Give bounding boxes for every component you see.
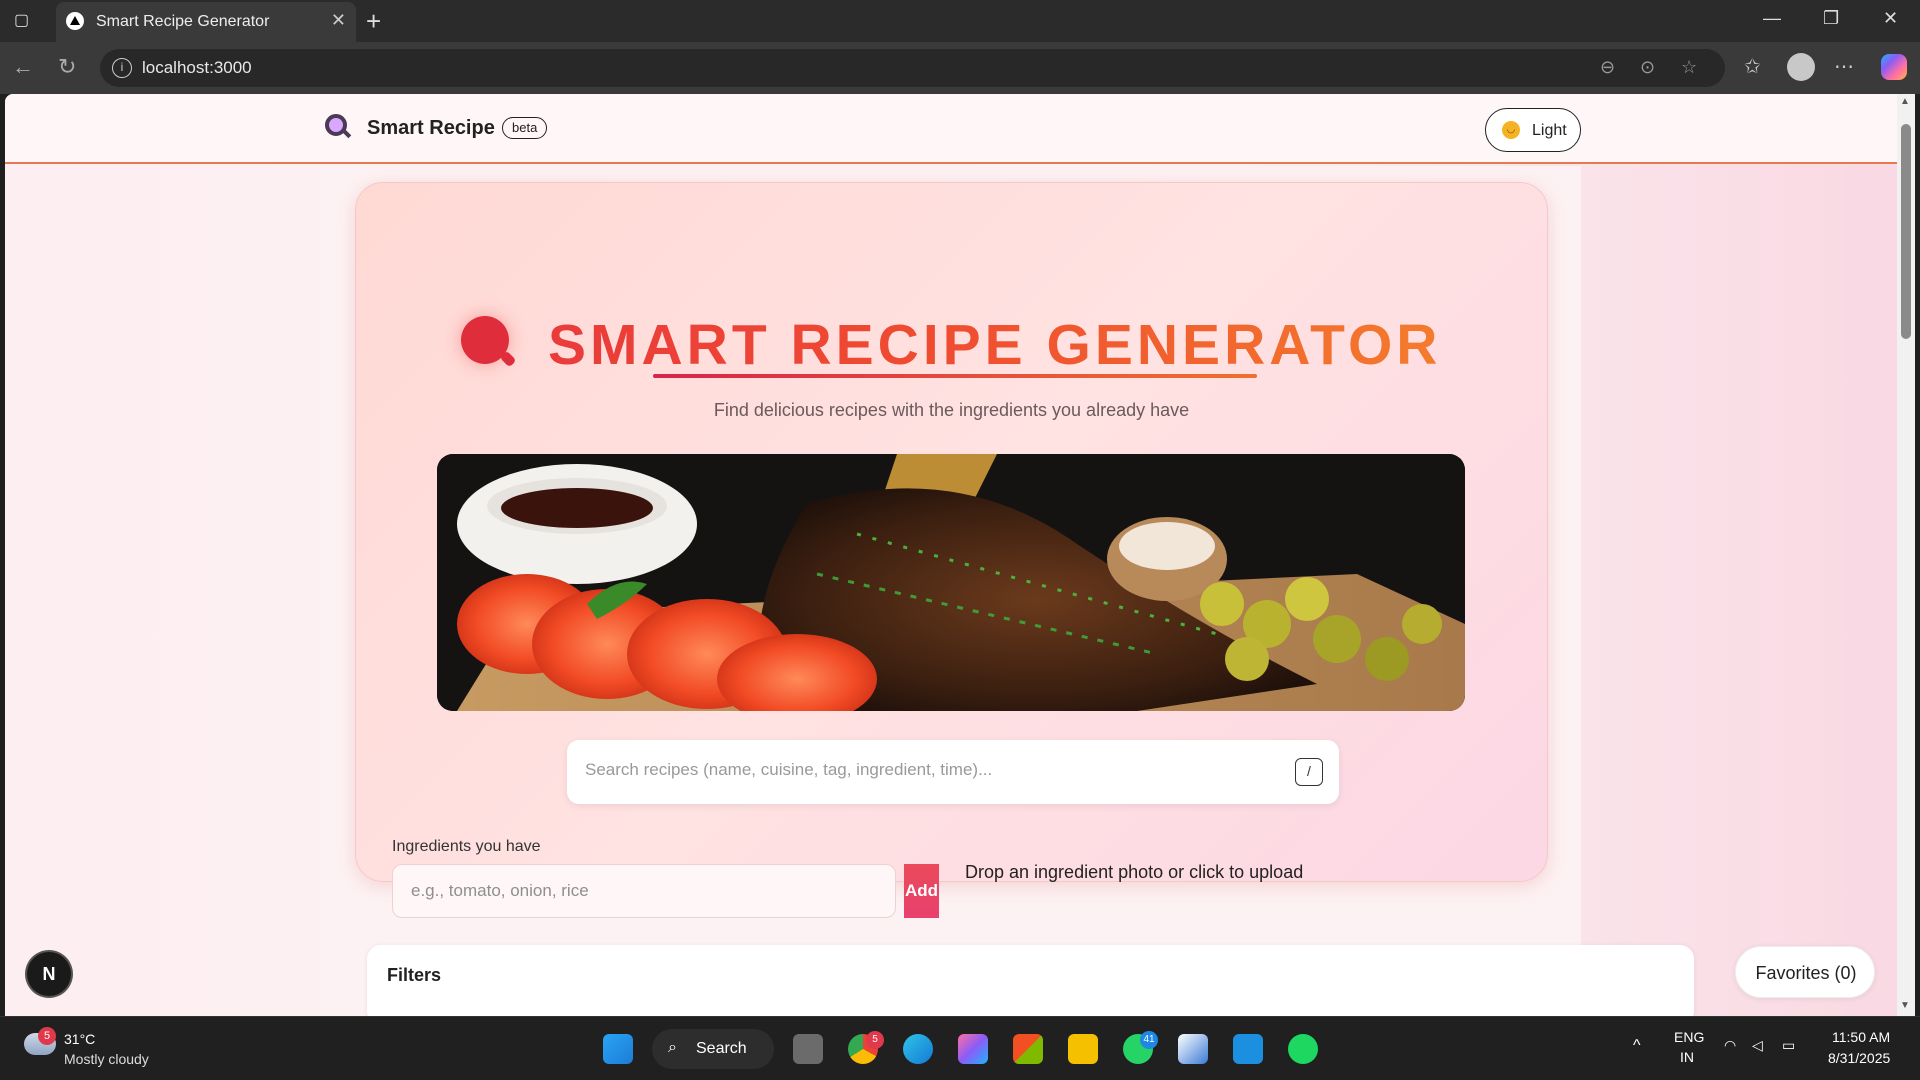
search-icon: ⌕ <box>668 1039 677 1056</box>
whatsapp-notification-badge: 41 <box>1140 1031 1158 1049</box>
battery-icon[interactable]: ▭ <box>1782 1037 1795 1054</box>
address-bar: ← ↻ i localhost:3000 ⊖ ⊙ ☆ ✩ ⋯ <box>0 42 1920 94</box>
recipe-search-input[interactable] <box>585 760 1265 780</box>
magnifier-logo-icon <box>325 114 347 136</box>
ingredients-label: Ingredients you have <box>392 838 541 855</box>
theme-toggle-label: Light <box>1532 122 1567 139</box>
reader-icon[interactable]: ⊙ <box>1640 57 1655 78</box>
wifi-icon[interactable]: ◠ <box>1724 1037 1736 1054</box>
windows-start-icon[interactable] <box>603 1034 633 1064</box>
url-field[interactable]: i localhost:3000 ⊖ ⊙ ☆ <box>100 49 1725 87</box>
store-icon[interactable] <box>1013 1034 1043 1064</box>
favorites-button[interactable]: Favorites (0) <box>1735 946 1875 998</box>
title-underline <box>653 374 1257 378</box>
copilot-app-icon[interactable] <box>958 1034 988 1064</box>
hero-title: SMART RECIPE GENERATOR <box>548 313 1442 377</box>
theme-toggle-button[interactable]: ◡ Light <box>1485 108 1581 152</box>
keyboard-shortcut-hint: / <box>1295 758 1323 786</box>
browser-tab-bar: ▢ Smart Recipe Generator ✕ + — ❐ ✕ <box>0 0 1920 42</box>
food-banner-image <box>437 454 1465 711</box>
filters-panel: Filters <box>367 945 1694 1016</box>
beta-badge: beta <box>502 117 548 139</box>
scroll-up-icon[interactable]: ▲ <box>1900 96 1910 107</box>
more-options-icon[interactable]: ⋯ <box>1834 54 1854 79</box>
copilot-icon[interactable] <box>1881 54 1907 80</box>
back-icon[interactable]: ← <box>12 54 34 80</box>
photo-upload-dropzone[interactable]: Drop an ingredient photo or click to upl… <box>965 862 1303 883</box>
magnifier-icon <box>461 316 509 364</box>
taskbar-search[interactable]: ⌕ Search <box>652 1029 774 1069</box>
close-window-icon[interactable]: ✕ <box>1883 8 1898 29</box>
sun-face-icon: ◡ <box>1502 121 1520 139</box>
clock-time[interactable]: 11:50 AM <box>1832 1029 1890 1045</box>
windows-taskbar: 5 31°C Mostly cloudy ⌕ Search 5 41 ^ ENG… <box>0 1016 1920 1080</box>
chevron-up-icon[interactable]: ^ <box>1633 1037 1641 1055</box>
filters-title: Filters <box>387 965 442 985</box>
hero-subtitle: Find delicious recipes with the ingredie… <box>713 400 1190 420</box>
close-tab-icon[interactable]: ✕ <box>331 10 346 31</box>
taskbar-search-label: Search <box>696 1040 747 1057</box>
browser-tab[interactable]: Smart Recipe Generator ✕ <box>56 2 356 42</box>
profile-avatar[interactable] <box>1787 53 1815 81</box>
zoom-out-icon[interactable]: ⊖ <box>1600 57 1615 78</box>
vscode-icon[interactable] <box>1233 1034 1263 1064</box>
weather-alert-badge: 5 <box>38 1027 56 1045</box>
scroll-down-icon[interactable]: ▼ <box>1900 1000 1910 1011</box>
page-viewport: Smart Recipe beta ◡ Light SMART RECIPE G… <box>5 94 1897 1016</box>
minimize-icon[interactable]: — <box>1763 8 1781 29</box>
weather-temperature[interactable]: 31°C <box>64 1031 95 1047</box>
restore-icon[interactable]: ❐ <box>1823 8 1839 29</box>
region-code[interactable]: IN <box>1680 1049 1694 1065</box>
reload-icon[interactable]: ↻ <box>58 54 76 80</box>
file-explorer-icon[interactable] <box>1068 1034 1098 1064</box>
nextjs-favicon-icon <box>66 12 84 30</box>
site-header: Smart Recipe beta ◡ Light <box>5 94 1897 164</box>
ingredient-input[interactable] <box>392 864 896 918</box>
weather-description[interactable]: Mostly cloudy <box>64 1051 149 1067</box>
volume-icon[interactable]: ◁ <box>1752 1037 1763 1054</box>
recipe-search-box: / <box>567 740 1339 804</box>
chrome-notification-badge: 5 <box>866 1031 884 1049</box>
edge-icon[interactable] <box>903 1034 933 1064</box>
sidebar-toggle-icon[interactable]: ▢ <box>14 10 36 32</box>
favorite-star-icon[interactable]: ☆ <box>1681 57 1697 78</box>
clock-date[interactable]: 8/31/2025 <box>1828 1050 1890 1066</box>
favorites-label: Favorites (0) <box>1755 963 1857 983</box>
language-code[interactable]: ENG <box>1674 1029 1704 1045</box>
notepad-icon[interactable] <box>1178 1034 1208 1064</box>
site-info-icon[interactable]: i <box>112 58 132 78</box>
task-view-icon[interactable] <box>793 1034 823 1064</box>
spotify-icon[interactable] <box>1288 1034 1318 1064</box>
brand-name[interactable]: Smart Recipe <box>367 117 495 140</box>
scrollbar-thumb[interactable] <box>1901 124 1911 339</box>
add-ingredient-button[interactable]: Add <box>904 864 939 918</box>
url-text[interactable]: localhost:3000 <box>142 58 252 78</box>
nextjs-dev-badge[interactable]: N <box>27 952 71 996</box>
favorites-bar-icon[interactable]: ✩ <box>1744 54 1761 79</box>
new-tab-button[interactable]: + <box>366 6 381 37</box>
tab-title: Smart Recipe Generator <box>96 13 270 30</box>
